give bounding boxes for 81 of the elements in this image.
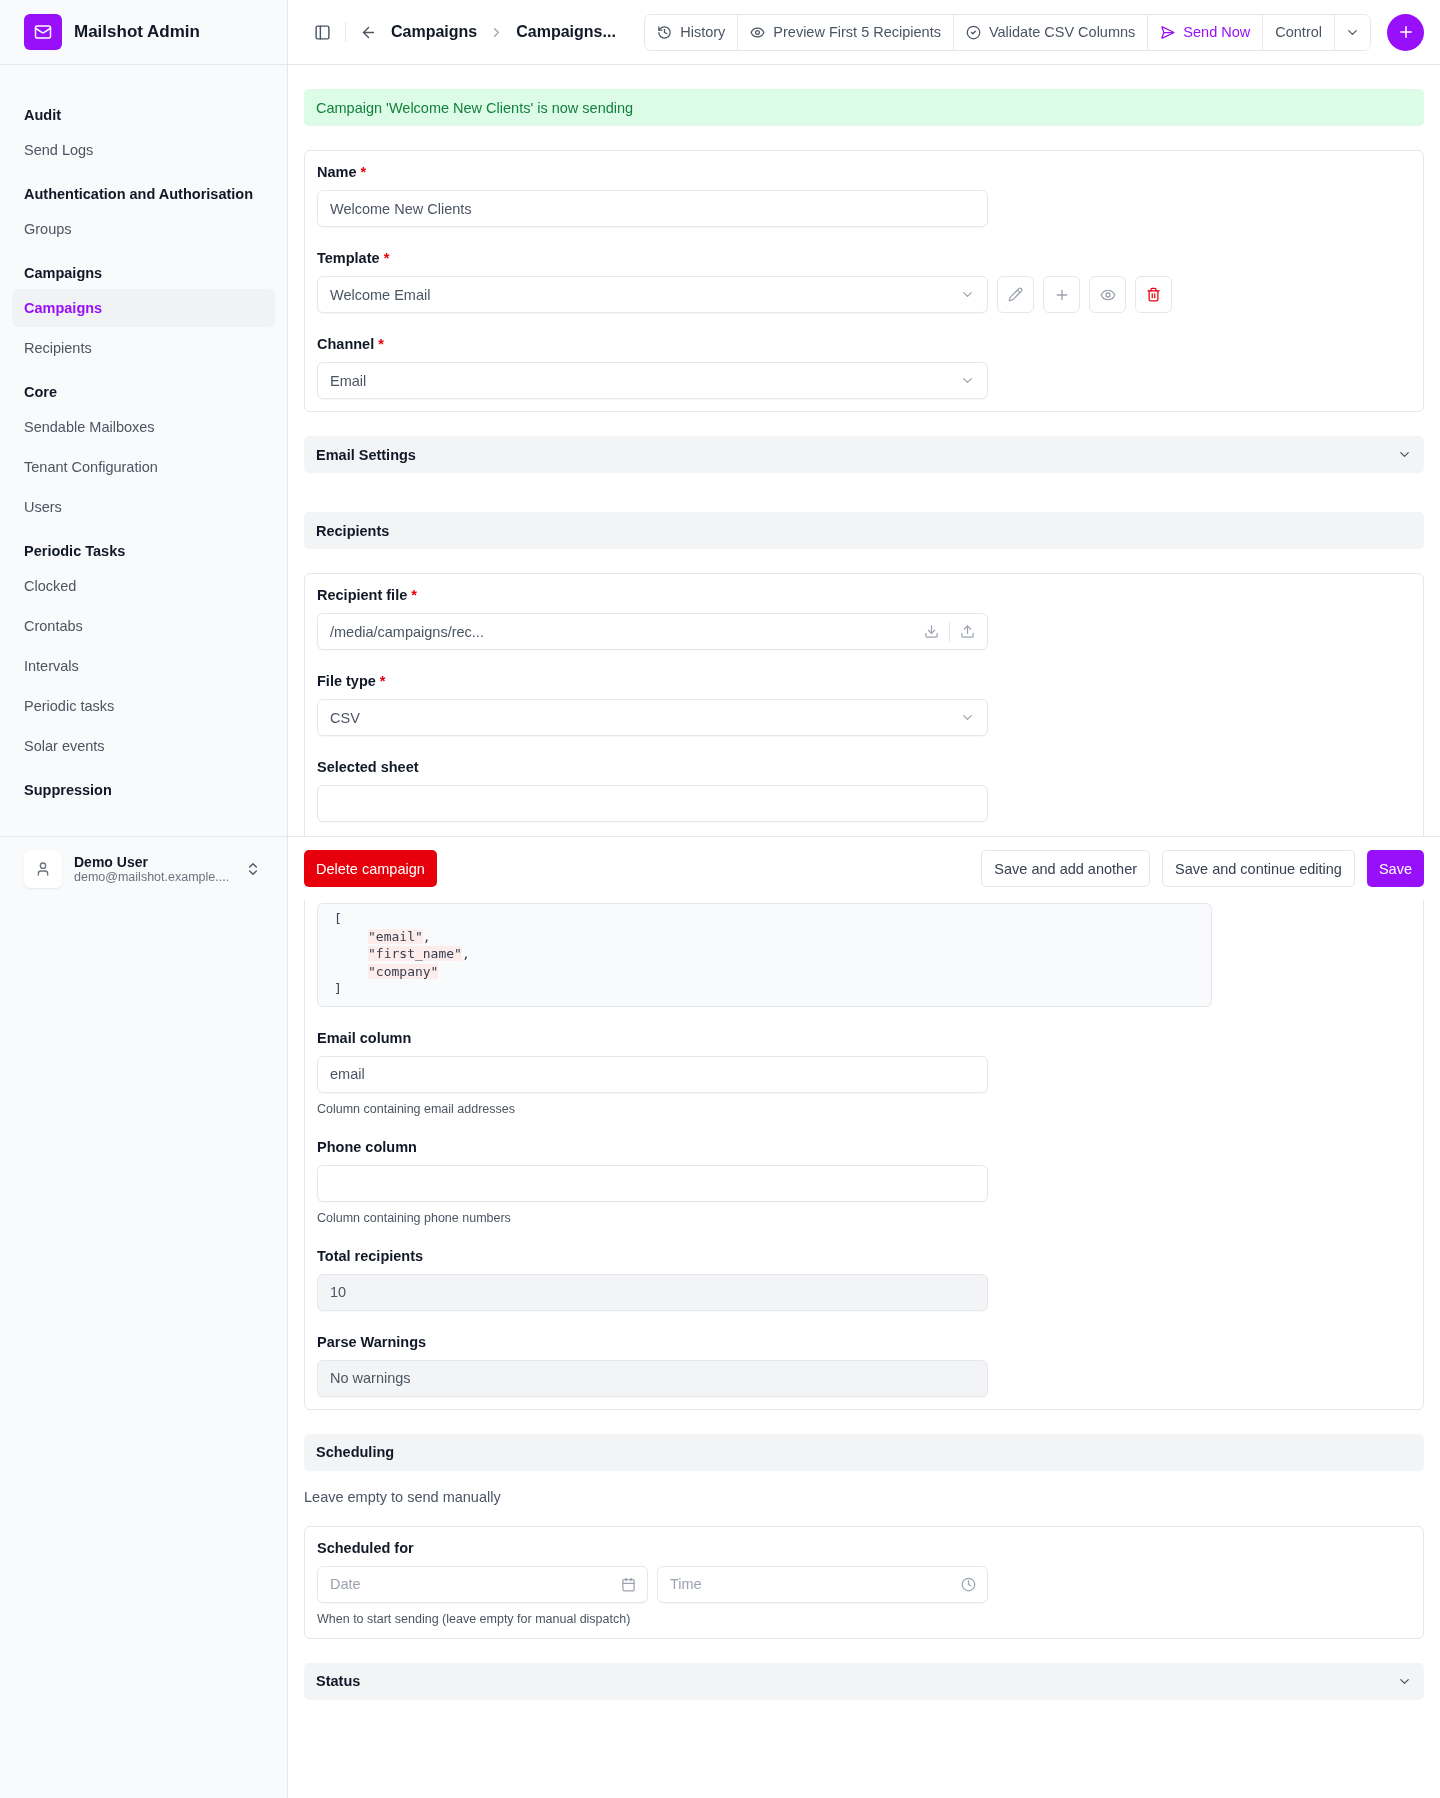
send-icon — [1160, 24, 1176, 40]
field-label: File type * — [317, 672, 387, 691]
help-text: Column containing phone numbers — [317, 1210, 512, 1225]
sidebar-section-title: Suppression — [23, 781, 113, 800]
user-name: Demo User — [74, 853, 149, 870]
download-button[interactable] — [924, 624, 939, 639]
sidebar-item[interactable]: Tenant Configuration — [12, 448, 275, 486]
edit-button[interactable] — [997, 276, 1034, 313]
app-name: Mailshot Admin — [74, 22, 200, 42]
sidebar-item[interactable]: Users — [12, 488, 275, 526]
toolbar-button[interactable]: History — [645, 14, 739, 50]
sidebar-item[interactable]: Recipients — [12, 329, 275, 367]
sidebar-section-title: Core — [23, 383, 59, 402]
sidebar-item[interactable]: Send Logs — [12, 131, 275, 169]
code-line: [ — [334, 910, 343, 928]
field-label: Parse Warnings — [317, 1332, 428, 1352]
clock-icon — [961, 1576, 976, 1592]
history-icon — [657, 24, 673, 40]
sidebar-item[interactable]: Sendable Mailboxes — [12, 408, 275, 446]
sidebar-item[interactable]: Periodic tasks — [12, 687, 275, 725]
check-circle-icon — [965, 24, 981, 40]
file-field[interactable]: /media/campaigns/rec... — [317, 613, 988, 650]
success-alert: Campaign 'Welcome New Clients' is now sending — [304, 89, 1424, 126]
delete-button[interactable]: Delete campaign — [304, 850, 437, 887]
help-text: When to start sending (leave empty for manual dispatch) — [317, 1611, 632, 1626]
sidebar-section-title: Audit — [23, 106, 63, 125]
section-note: Leave empty to send manually — [304, 1488, 502, 1505]
section-header[interactable]: Email Settings — [304, 436, 1424, 473]
mail-icon — [34, 23, 52, 41]
sidebar-item[interactable]: Crontabs — [12, 607, 275, 645]
text-field[interactable]: Welcome New Clients — [317, 190, 988, 227]
readonly-field: No warnings — [317, 1359, 988, 1397]
sidebar-item[interactable]: Solar events — [12, 727, 275, 765]
user-icon — [35, 860, 51, 877]
sidebar-section-title: Authentication and Authorisation — [23, 185, 255, 204]
sidebar-section-title: Campaigns — [23, 264, 104, 283]
select-field[interactable]: Welcome Email — [317, 276, 988, 313]
sidebar-section-title: Periodic Tasks — [23, 542, 127, 561]
eye-icon — [750, 24, 766, 40]
field-label: Scheduled for — [317, 1538, 415, 1558]
save-button[interactable]: Save — [1366, 850, 1424, 887]
save-button[interactable]: Save and continue editing — [1162, 850, 1355, 887]
view-button[interactable] — [1089, 276, 1126, 313]
field-label: Total recipients — [317, 1246, 425, 1266]
upload-icon — [960, 624, 975, 639]
field-label: Email column — [317, 1028, 413, 1048]
sidebar-item[interactable]: Groups — [12, 210, 275, 248]
field-label: Recipient file * — [317, 586, 418, 605]
field-label: Name * — [317, 163, 368, 182]
sidebar-item[interactable]: Clocked — [12, 567, 275, 605]
field-label: Selected sheet — [317, 758, 420, 777]
add-button[interactable] — [1387, 13, 1424, 51]
select-field[interactable]: Email — [317, 362, 988, 399]
date-field[interactable]: Date — [317, 1565, 648, 1603]
field-label: Template * — [317, 249, 391, 268]
field-label: Channel * — [317, 335, 385, 354]
text-field[interactable]: email — [317, 1055, 988, 1093]
code-line: ] — [334, 980, 343, 998]
sidebar-item[interactable]: Campaigns — [12, 289, 275, 327]
time-field[interactable]: Time — [657, 1565, 988, 1603]
breadcrumb-link[interactable]: Campaigns... — [516, 23, 616, 41]
section-header[interactable]: Scheduling — [304, 1433, 1424, 1471]
section-header[interactable]: Status — [304, 1662, 1424, 1700]
user-email: demo@mailshot.example.... — [74, 869, 231, 884]
field-label: Phone column — [317, 1137, 418, 1157]
readonly-field: 10 — [317, 1273, 988, 1311]
download-icon — [924, 624, 939, 639]
save-button[interactable]: Save and add another — [981, 850, 1151, 887]
trash-icon — [1146, 287, 1161, 302]
calendar-icon — [621, 1576, 636, 1592]
sidebar-item[interactable]: Intervals — [12, 647, 275, 685]
panel-icon — [314, 23, 331, 41]
delete-button[interactable] — [1135, 276, 1172, 313]
pencil-icon — [1008, 287, 1023, 302]
text-field[interactable] — [317, 785, 988, 822]
select-field[interactable]: CSV — [317, 699, 988, 736]
upload-button[interactable] — [960, 624, 975, 639]
help-text: Column containing email addresses — [317, 1101, 517, 1116]
section-header[interactable]: Recipients — [304, 512, 1424, 549]
text-field[interactable] — [317, 1164, 988, 1202]
breadcrumb-link[interactable]: Campaigns — [391, 23, 478, 41]
